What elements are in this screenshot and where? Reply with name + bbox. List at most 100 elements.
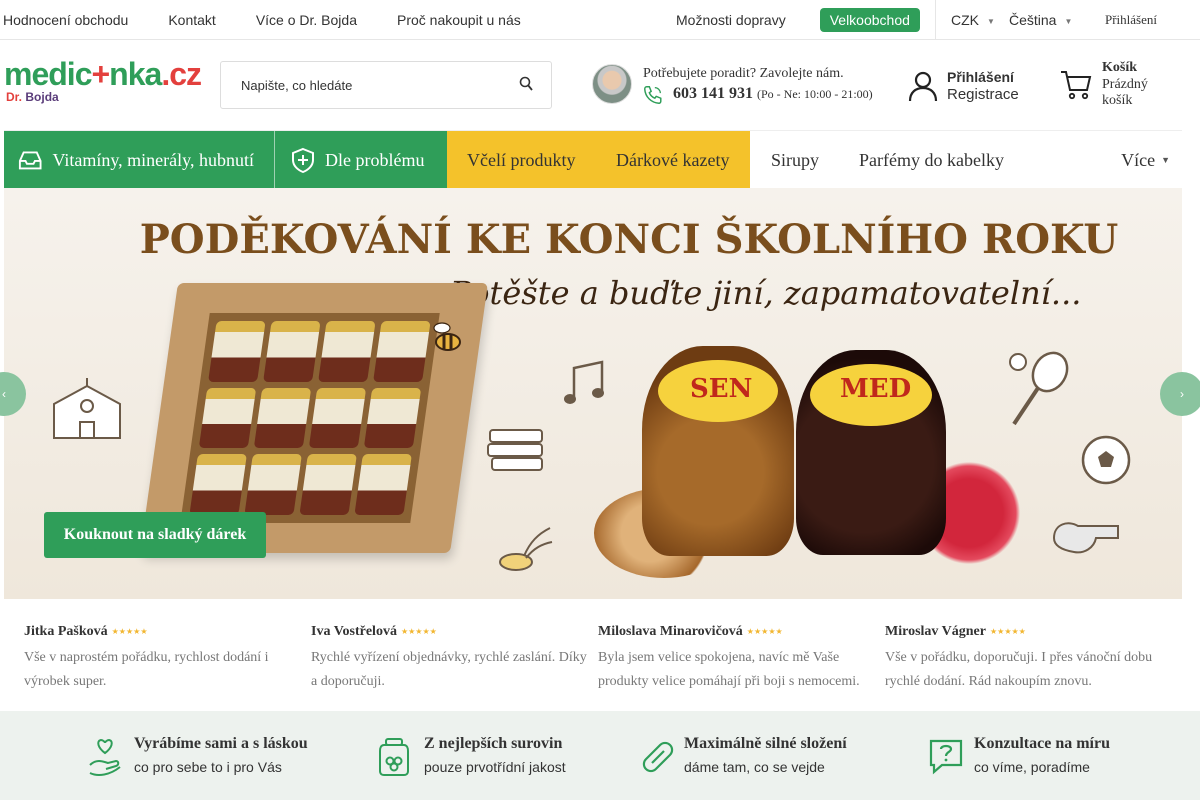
review-text: Vše v naprostém pořádku, rychlost dodání… [24,650,269,689]
music-note-icon [564,360,604,404]
small-jar [354,454,412,515]
advisor-photo [592,64,632,104]
shield-plus-icon [292,147,314,173]
star-rating-icon: ★★★★★ [989,626,1026,636]
review-author: Miloslava Minarovičová [598,624,743,639]
search-input[interactable] [221,62,501,108]
small-jar [189,454,247,515]
school-doodle-icon [53,378,121,439]
language-select[interactable]: Čeština ▼ [1009,12,1072,28]
jar2-label-text: MED [840,374,912,404]
small-jar [244,454,302,515]
link-shipping-options[interactable]: Možnosti dopravy [676,12,786,28]
site-logo[interactable]: medic+nka.cz Dr. Bojda [4,56,202,108]
small-jar [318,321,376,382]
review-text: Rychlé vyřízení objednávky, rychlé zaslá… [311,650,587,689]
logo-part1: medic [4,56,92,92]
nav-item-syrups[interactable]: Sirupy [750,131,839,189]
star-rating-icon: ★★★★★ [746,626,783,636]
small-jar [373,321,431,382]
language-value: Čeština [1009,12,1057,28]
banner-cta-button[interactable]: Kouknout na sladký dárek [44,512,266,558]
football-icon [1081,435,1131,485]
arrow-right-icon: › [1180,387,1184,401]
feature-subtitle: co víme, poradíme [974,759,1090,775]
banner-subtitle: Potěšte a buďte jiní, zapamatovatelní... [450,274,1082,312]
question-chat-icon [929,739,963,775]
phone-advice: Potřebujete poradit? Zavolejte nám. 603 … [592,64,892,108]
chevron-down-icon: ▼ [987,16,995,26]
coin-doodle-icon [499,527,553,571]
currency-select[interactable]: CZK ▼ [951,12,995,28]
top-bar: Hodnocení obchodu Kontakt Více o Dr. Boj… [0,0,1200,40]
wholesale-button[interactable]: Velkoobchod [819,8,920,32]
currency-value: CZK [951,12,979,28]
nav-label: Sirupy [771,149,820,170]
chevron-down-icon: ▼ [1161,155,1170,165]
logo-tld: .cz [161,56,202,92]
small-jar [308,387,367,449]
tennis-racket-icon [1009,351,1069,426]
review-author: Jitka Pašková [24,624,108,639]
phone-icon [644,86,662,104]
small-jar [253,387,312,449]
review-author: Miroslav Vágner [885,624,986,639]
nav-label: Více [1121,149,1156,170]
feature-subtitle: co pro sebe to i pro Vás [134,759,282,775]
user-icon [908,71,938,102]
jar1-label-text: SEN [690,374,753,404]
feature-title: Konzultace na míru [974,735,1110,752]
nav-item-vitamins[interactable]: Vitamíny, minerály, hubnutí [4,131,275,189]
divider [935,0,936,40]
review-card: Iva Vostřelová ★★★★★ Rychlé vyřízení obje… [311,622,591,694]
slider-next-button[interactable]: › [1160,372,1200,416]
cart-status: Prázdný košík [1102,77,1148,108]
main-nav: Vitamíny, minerály, hubnutí Dle problému… [4,130,1182,189]
nav-item-more[interactable]: Více ▼ [1101,131,1182,189]
nav-label: Parfémy do kabelky [859,149,1004,170]
small-jar [208,321,266,382]
link-about-dr-bojda[interactable]: Více o Dr. Bojda [256,12,357,28]
banner-title: PODĚKOVÁNÍ KE KONCI ŠKOLNÍHO ROKU [139,216,1119,263]
hero-banner[interactable]: PODĚKOVÁNÍ KE KONCI ŠKOLNÍHO ROKU Potěšt… [4,188,1182,599]
features-strip: Vyrábíme sami a s láskou co pro sebe to … [0,711,1200,800]
nav-item-gift-boxes[interactable]: Dárkové kazety [596,131,750,189]
phone-hours: (Po - Ne: 10:00 - 21:00) [757,87,873,101]
search-box [220,61,552,109]
nav-item-perfumes[interactable]: Parfémy do kabelky [839,131,1029,189]
inbox-icon [18,151,42,170]
cart-title: Košík [1102,60,1138,75]
review-text: Byla jsem velice spokojena, navíc mě Vaš… [598,650,860,689]
feature-title: Z nejlepších surovin [424,735,563,752]
star-rating-icon: ★★★★★ [400,626,437,636]
gift-box-jars [180,313,440,523]
logo-part2: nka [109,56,162,92]
review-text: Vše v pořádku, doporučuji. I přes vánočn… [885,650,1153,689]
review-author: Iva Vostřelová [311,624,397,639]
logo-cross: + [91,56,110,92]
cart-icon [1061,71,1092,100]
nav-item-bee-products[interactable]: Včelí produkty [447,131,596,189]
bee-icon [433,322,461,351]
nav-item-by-problem[interactable]: Dle problému [275,131,447,189]
logo-sub-prefix: Dr. [6,90,23,104]
capsule-icon [642,741,674,773]
nav-label: Vitamíny, minerály, hubnutí [52,149,254,170]
link-contact[interactable]: Kontakt [168,12,215,28]
books-icon [487,429,543,471]
top-login-link[interactable]: Přihlášení [1105,12,1157,28]
account-register-link[interactable]: Registrace [947,86,1019,103]
account-login-link[interactable]: Přihlášení [947,69,1014,85]
chevron-down-icon: ▼ [1064,16,1073,26]
customer-reviews: Jitka Pašková ★★★★★ Vše v naprostém pořád… [0,612,1200,702]
link-store-rating[interactable]: Hodnocení obchodu [3,12,128,28]
search-icon[interactable] [519,76,533,95]
review-card: Miloslava Minarovičová ★★★★★ Byla jsem ve… [598,622,868,694]
phone-number[interactable]: 603 141 931 (Po - Ne: 10:00 - 21:00) [673,85,873,103]
feature-title: Vyrábíme sami a s láskou [134,735,308,752]
heart-hand-icon [89,738,121,776]
small-jar [198,387,257,449]
logo-sub-name: Bojda [25,90,59,104]
link-why-shop[interactable]: Proč nakoupit u nás [397,12,521,28]
whistle-icon [1052,522,1119,554]
